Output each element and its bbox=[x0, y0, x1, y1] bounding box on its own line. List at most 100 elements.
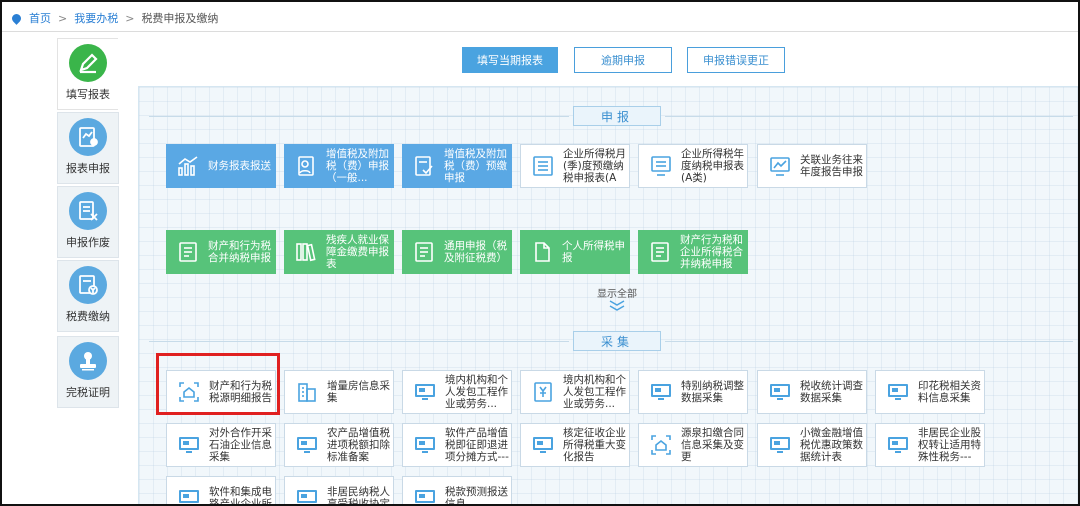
collect-tile[interactable]: 非居民纳税人享受税收协定 bbox=[284, 476, 394, 504]
tile-label: 核定征收企业所得税重大变化报告 bbox=[563, 427, 626, 463]
tile-label: 境内机构和个人发包工程作业或劳务... bbox=[445, 374, 508, 410]
tab-0[interactable]: 填写当期报表 bbox=[462, 47, 558, 73]
document-icon bbox=[410, 238, 438, 266]
declare-tile[interactable]: 通用申报（税及附征税费） bbox=[402, 230, 512, 274]
collect-tile[interactable]: 软件产品增值税即征即退进项分摊方式--- bbox=[402, 423, 512, 467]
collect-tile[interactable]: 小微金融增值税优惠政策数据统计表 bbox=[757, 423, 867, 467]
monitor-icon bbox=[884, 431, 912, 459]
sidebar-item-tax-payment[interactable]: 税费缴纳 bbox=[57, 260, 119, 332]
collect-tile[interactable]: 核定征收企业所得税重大变化报告 bbox=[520, 423, 630, 467]
double-chevron-down-icon bbox=[609, 300, 625, 311]
tile-label: 印花税相关资料信息采集 bbox=[918, 380, 981, 404]
tax-payment-icon bbox=[69, 266, 107, 304]
tile-label: 个人所得税申报 bbox=[562, 240, 625, 264]
sidebar-item-label: 填写报表 bbox=[66, 88, 110, 101]
tile-label: 财产和行为税合并纳税申报 bbox=[208, 240, 271, 264]
monitor-icon bbox=[411, 484, 439, 504]
sidebar-item-doc-cancel[interactable]: 申报作废 bbox=[57, 186, 119, 258]
sidebar-item-pencil[interactable]: 填写报表 bbox=[57, 38, 118, 110]
document-icon bbox=[174, 238, 202, 266]
breadcrumb-separator: > bbox=[125, 11, 135, 25]
tab-1[interactable]: 逾期申报 bbox=[574, 47, 672, 73]
tile-label: 企业所得税月(季)度预缴纳税申报表(A类) bbox=[563, 148, 626, 184]
declare-tile[interactable]: 财产行为税和企业所得税合并纳税申报 bbox=[638, 230, 748, 274]
declare-tile[interactable]: 财产和行为税合并纳税申报 bbox=[166, 230, 276, 274]
monitor-chart-icon bbox=[766, 152, 794, 180]
tile-label: 残疾人就业保障金缴费申报表 bbox=[326, 234, 389, 270]
tile-label: 农产品增值税进项税额扣除标准备案 bbox=[327, 427, 390, 463]
declare-tile[interactable]: 个人所得税申报 bbox=[520, 230, 630, 274]
breadcrumb-do-tax-link[interactable]: 我要办税 bbox=[74, 10, 118, 26]
tile-label: 关联业务往来年度报告申报 bbox=[800, 154, 863, 178]
tile-label: 特别纳税调整数据采集 bbox=[681, 380, 744, 404]
declare-tile[interactable]: 增值税及附加税（费）预缴申报 bbox=[402, 144, 512, 188]
collect-tile[interactable]: 税收统计调查数据采集 bbox=[757, 370, 867, 414]
section-divider bbox=[149, 116, 569, 117]
monitor-icon bbox=[529, 431, 557, 459]
tile-label: 软件产品增值税即征即退进项分摊方式--- bbox=[445, 427, 509, 463]
tile-label: 增值税及附加税（费）申报（一般... bbox=[326, 148, 389, 184]
tile-label: 境内机构和个人发包工程作业或劳务... bbox=[563, 374, 626, 410]
stamp-icon bbox=[69, 342, 107, 380]
monitor-icon bbox=[293, 431, 321, 459]
sidebar-item-report-upload[interactable]: 报表申报 bbox=[57, 112, 119, 184]
file-icon bbox=[528, 238, 556, 266]
declare-tile[interactable]: 残疾人就业保障金缴费申报表 bbox=[284, 230, 394, 274]
breadcrumb: 首页 > 我要办税 > 税费申报及缴纳 bbox=[10, 9, 218, 27]
collect-tile[interactable]: 软件和集成电路产业企业所 bbox=[166, 476, 276, 504]
declare-tile[interactable]: 增值税及附加税（费）申报（一般... bbox=[284, 144, 394, 188]
monitor-icon bbox=[411, 431, 439, 459]
report-upload-icon bbox=[69, 118, 107, 156]
declare-tile[interactable]: 企业所得税年度纳税申报表(A类) bbox=[638, 144, 748, 188]
tile-label: 增值税及附加税（费）预缴申报 bbox=[444, 148, 507, 184]
doc-cancel-icon bbox=[69, 192, 107, 230]
breadcrumb-separator: > bbox=[58, 11, 68, 25]
tab-2[interactable]: 申报错误更正 bbox=[687, 47, 785, 73]
books-icon bbox=[292, 238, 320, 266]
sidebar-item-stamp[interactable]: 完税证明 bbox=[57, 336, 119, 408]
breadcrumb-current: 税费申报及缴纳 bbox=[141, 12, 219, 25]
declare-tile[interactable]: 关联业务往来年度报告申报 bbox=[757, 144, 867, 188]
header-divider bbox=[2, 31, 1078, 32]
section-divider bbox=[149, 341, 569, 342]
collect-tile[interactable]: 税款预测报送信息 bbox=[402, 476, 512, 504]
form-check-icon bbox=[410, 152, 438, 180]
declare-section-title: 申报 bbox=[573, 106, 661, 126]
tile-label: 对外合作开采石油企业信息采集 bbox=[209, 427, 272, 463]
tile-label: 小微金融增值税优惠政策数据统计表 bbox=[800, 427, 863, 463]
highlight-box bbox=[156, 353, 280, 415]
breadcrumb-home-link[interactable]: 首页 bbox=[29, 10, 51, 26]
list-icon bbox=[529, 152, 557, 180]
collect-tile[interactable]: 境内机构和个人发包工程作业或劳务... bbox=[402, 370, 512, 414]
collect-tile[interactable]: 农产品增值税进项税额扣除标准备案 bbox=[284, 423, 394, 467]
show-all-toggle[interactable]: 显示全部 bbox=[592, 285, 642, 312]
document-icon bbox=[646, 238, 674, 266]
tile-label: 源泉扣缴合同信息采集及变更 bbox=[681, 427, 744, 463]
declare-tile[interactable]: 企业所得税月(季)度预缴纳税申报表(A类) bbox=[520, 144, 630, 188]
tile-label: 增量房信息采集 bbox=[327, 380, 390, 404]
collect-tile[interactable]: 增量房信息采集 bbox=[284, 370, 394, 414]
person-form-icon bbox=[292, 152, 320, 180]
collect-tile[interactable]: 境内机构和个人发包工程作业或劳务... bbox=[520, 370, 630, 414]
collect-tile[interactable]: 对外合作开采石油企业信息采集 bbox=[166, 423, 276, 467]
building-icon bbox=[293, 378, 321, 406]
pencil-icon bbox=[69, 44, 107, 82]
house-scan-icon bbox=[647, 431, 675, 459]
collect-tile[interactable]: 非居民企业股权转让适用特殊性税务--- bbox=[875, 423, 985, 467]
show-all-label: 显示全部 bbox=[597, 289, 637, 300]
monitor-icon bbox=[175, 484, 203, 504]
tile-label: 财务报表报送 bbox=[208, 160, 271, 172]
declare-tile[interactable]: 财务报表报送 bbox=[166, 144, 276, 188]
sidebar-item-label: 申报作废 bbox=[66, 236, 110, 249]
app-frame: 首页 > 我要办税 > 税费申报及缴纳 填写报表报表申报申报作废税费缴纳 完税证明… bbox=[0, 0, 1080, 506]
tile-label: 税收统计调查数据采集 bbox=[800, 380, 863, 404]
monitor-doc-icon bbox=[647, 152, 675, 180]
monitor-icon bbox=[766, 378, 794, 406]
sidebar-item-label: 报表申报 bbox=[66, 162, 110, 175]
collect-tile[interactable]: 源泉扣缴合同信息采集及变更 bbox=[638, 423, 748, 467]
collect-tile[interactable]: 特别纳税调整数据采集 bbox=[638, 370, 748, 414]
section-divider bbox=[665, 341, 1073, 342]
collect-tile[interactable]: 印花税相关资料信息采集 bbox=[875, 370, 985, 414]
yuan-doc-icon bbox=[529, 378, 557, 406]
monitor-icon bbox=[175, 431, 203, 459]
